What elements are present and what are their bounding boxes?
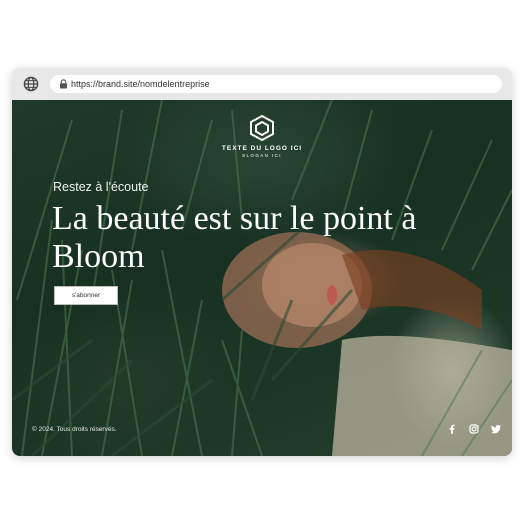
facebook-icon[interactable] — [446, 423, 458, 435]
logo-text: TEXTE DU LOGO ICI — [221, 145, 303, 152]
browser-toolbar: https://brand.site/nomdelentreprise — [12, 68, 512, 100]
url-text[interactable]: https://brand.site/nomdelentreprise — [71, 77, 210, 91]
address-bar[interactable]: https://brand.site/nomdelentreprise — [50, 75, 502, 93]
logo-slogan: SLOGAN ICI — [242, 153, 282, 158]
browser-window: https://brand.site/nomdelentreprise TEXT… — [12, 68, 512, 456]
subscribe-button[interactable]: s'abonner — [54, 286, 118, 305]
logo-mark-icon — [250, 114, 274, 142]
brand-logo[interactable]: TEXTE DU LOGO ICI SLOGAN ICI — [12, 114, 512, 158]
lock-icon — [60, 79, 67, 89]
hero-eyebrow: Restez à l'écoute — [53, 180, 149, 194]
hero-headline: La beauté est sur le point à Bloom — [52, 200, 417, 275]
globe-icon[interactable] — [23, 76, 39, 92]
instagram-icon[interactable] — [468, 423, 480, 435]
hero-section: TEXTE DU LOGO ICI SLOGAN ICI Restez à l'… — [12, 100, 512, 456]
copyright-text: © 2024. Tous droits réservés. — [32, 426, 117, 433]
twitter-icon[interactable] — [490, 423, 502, 435]
